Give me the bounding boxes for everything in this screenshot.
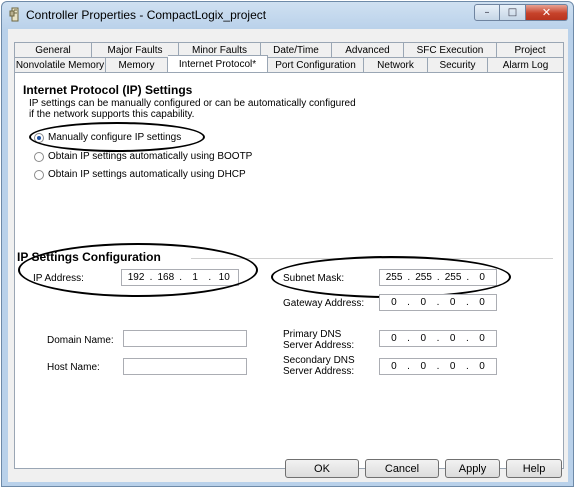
domain-name-input[interactable]: [123, 330, 247, 347]
ip-octet: 168: [157, 272, 175, 283]
ok-button[interactable]: OK: [285, 459, 359, 478]
tab-label: Alarm Log: [502, 59, 549, 71]
subnet-octet: 0: [479, 272, 485, 283]
internet-protocol-panel: Internet Protocol (IP) Settings IP setti…: [14, 72, 564, 469]
dialog-client-area: General Major Faults Minor Faults Date/T…: [8, 29, 568, 482]
subnet-mask-field[interactable]: 255. 255. 255. 0: [379, 269, 497, 286]
tab-security[interactable]: Security: [428, 57, 488, 72]
subnet-octet: 255: [385, 272, 403, 283]
ip-octet: 10: [218, 272, 230, 283]
cancel-button[interactable]: Cancel: [365, 459, 439, 478]
close-button[interactable]: ✕: [526, 4, 568, 21]
tab-advanced[interactable]: Advanced: [332, 42, 404, 57]
tab-network[interactable]: Network: [364, 57, 428, 72]
primary-dns-octet: 0: [479, 333, 485, 344]
minimize-icon: –: [484, 7, 490, 18]
tab-label: Advanced: [345, 44, 390, 56]
tab-label: Network: [377, 59, 414, 71]
subnet-octet: 255: [415, 272, 432, 283]
gateway-field[interactable]: 0. 0. 0. 0: [379, 294, 497, 311]
controller-properties-window: Controller Properties - CompactLogix_pro…: [1, 1, 574, 487]
ip-settings-description: IP settings can be manually configured o…: [29, 98, 356, 120]
tab-alarm-log[interactable]: Alarm Log: [488, 57, 564, 72]
tab-label: Nonvolatile Memory: [15, 59, 105, 71]
dhcp-radio[interactable]: [34, 170, 44, 180]
close-icon: ✕: [541, 6, 552, 19]
apply-button[interactable]: Apply: [445, 459, 500, 478]
maximize-button[interactable]: □: [500, 4, 526, 21]
ip-octet: 1: [192, 272, 198, 283]
tab-project[interactable]: Project: [497, 42, 564, 57]
tab-label: Security: [439, 59, 476, 71]
tab-label: Internet Protocol*: [178, 58, 257, 70]
tab-memory[interactable]: Memory: [106, 57, 168, 72]
tab-label: Major Faults: [107, 44, 163, 56]
bootp-radio[interactable]: [34, 152, 44, 162]
secondary-dns-label: Secondary DNS Server Address:: [283, 355, 355, 377]
secondary-dns-field[interactable]: 0. 0. 0. 0: [379, 358, 497, 375]
help-button[interactable]: Help: [506, 459, 562, 478]
gateway-octet: 0: [449, 297, 456, 308]
secondary-dns-octet: 0: [391, 361, 397, 372]
tab-label: Port Configuration: [275, 59, 356, 71]
host-name-input[interactable]: [123, 358, 247, 375]
subnet-mask-label: Subnet Mask:: [283, 273, 345, 284]
tab-label: Date/Time: [273, 44, 319, 56]
dhcp-label[interactable]: Obtain IP settings automatically using D…: [48, 169, 246, 180]
ip-octet: 192: [127, 272, 145, 283]
secondary-dns-octet: 0: [420, 361, 427, 372]
primary-dns-octet: 0: [420, 333, 427, 344]
window-title: Controller Properties - CompactLogix_pro…: [26, 8, 267, 22]
gateway-octet: 0: [391, 297, 397, 308]
ip-settings-heading: Internet Protocol (IP) Settings: [23, 83, 193, 97]
controller-properties-icon: [9, 7, 19, 22]
tab-label: Memory: [118, 59, 155, 71]
secondary-dns-octet: 0: [449, 361, 456, 372]
primary-dns-label: Primary DNS Server Address:: [283, 329, 355, 351]
maximize-icon: □: [507, 7, 518, 18]
tab-sfc-execution[interactable]: SFC Execution: [404, 42, 497, 57]
primary-dns-octet: 0: [449, 333, 456, 344]
tab-row-2: Nonvolatile Memory Memory Internet Proto…: [14, 55, 564, 72]
tab-date-time[interactable]: Date/Time: [261, 42, 332, 57]
tab-general[interactable]: General: [14, 42, 92, 57]
title-bar[interactable]: Controller Properties - CompactLogix_pro…: [2, 2, 573, 28]
gateway-label: Gateway Address:: [283, 298, 365, 309]
config-divider: [191, 258, 553, 259]
ip-address-label: IP Address:: [33, 273, 84, 284]
primary-dns-field[interactable]: 0. 0. 0. 0: [379, 330, 497, 347]
tab-row-1: General Major Faults Minor Faults Date/T…: [14, 42, 564, 57]
secondary-dns-octet: 0: [479, 361, 485, 372]
tab-port-configuration[interactable]: Port Configuration: [268, 57, 364, 72]
tab-label: SFC Execution: [416, 44, 484, 56]
subnet-octet: 255: [444, 272, 462, 283]
manual-config-label[interactable]: Manually configure IP settings: [48, 132, 181, 143]
manual-config-radio[interactable]: [34, 133, 44, 143]
domain-name-label: Domain Name:: [47, 335, 114, 346]
host-name-label: Host Name:: [47, 362, 100, 373]
gateway-octet: 0: [420, 297, 427, 308]
tab-label: Minor Faults: [191, 44, 247, 56]
tab-label: Project: [514, 44, 546, 56]
tab-major-faults[interactable]: Major Faults: [92, 42, 179, 57]
tab-label: General: [35, 44, 71, 56]
ip-address-field[interactable]: 192. 168. 1. 10: [121, 269, 239, 286]
bootp-label[interactable]: Obtain IP settings automatically using B…: [48, 151, 252, 162]
primary-dns-octet: 0: [391, 333, 397, 344]
config-heading: IP Settings Configuration: [17, 250, 161, 264]
tab-nonvolatile-memory[interactable]: Nonvolatile Memory: [14, 57, 106, 72]
gateway-octet: 0: [479, 297, 485, 308]
minimize-button[interactable]: –: [474, 4, 500, 21]
tab-internet-protocol[interactable]: Internet Protocol*: [168, 55, 268, 72]
